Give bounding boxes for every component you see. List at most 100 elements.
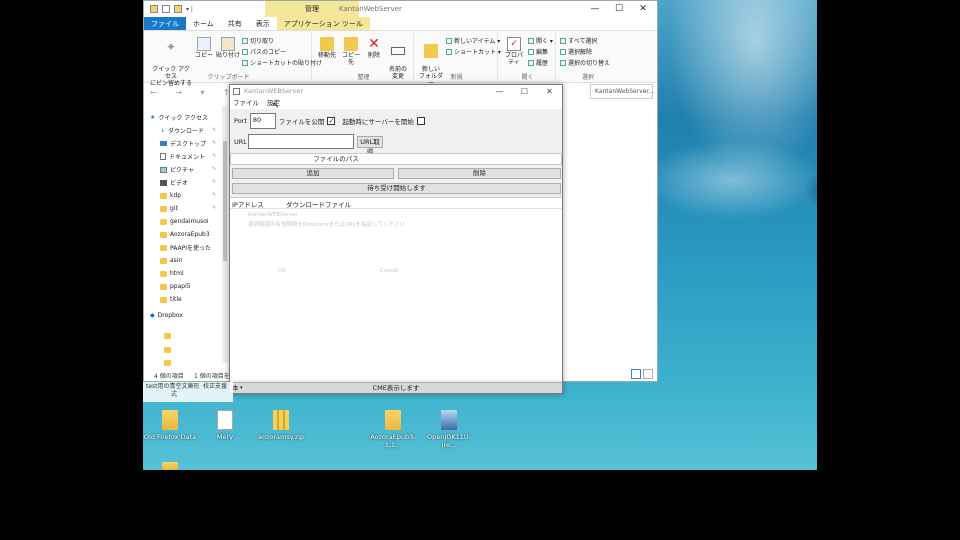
nav-item-folder[interactable]: PAAPIを使った bbox=[160, 242, 211, 253]
navigation-arrows[interactable]: ← → ▾ ↑ bbox=[144, 88, 238, 97]
tab-application-tools[interactable]: アプリケーション ツール bbox=[276, 17, 370, 30]
menu-file[interactable]: ファイル bbox=[233, 98, 259, 109]
paste-icon bbox=[221, 37, 235, 51]
add-button[interactable]: 追加 bbox=[232, 168, 394, 179]
filepath-column-header[interactable]: ファイルのパス bbox=[230, 153, 562, 165]
desktop-icon-partial[interactable] bbox=[143, 462, 197, 470]
folder-icon[interactable] bbox=[164, 333, 171, 339]
new-folder-icon bbox=[424, 44, 438, 58]
ribbon-group-clipboard: ✦ クイック アクセス にピン留めする コピー 貼り付け 切り取り パスのコピー… bbox=[146, 33, 322, 87]
close-button[interactable]: ✕ bbox=[631, 1, 655, 17]
ribbon-group-label: 新規 bbox=[450, 74, 463, 81]
easy-access-button[interactable]: ショートカット ▾ bbox=[446, 47, 501, 56]
nav-item-desktop[interactable]: デスクトップ bbox=[160, 138, 206, 149]
large-icons-view-icon[interactable] bbox=[643, 369, 653, 379]
desktop-icon-mery[interactable]: Mery bbox=[198, 410, 252, 441]
access-log-list[interactable]: IPアドレス ダウンロードファイル KantanWEBServer 選択範囲の有… bbox=[230, 197, 562, 380]
nav-item-folder[interactable]: AozoraEpub3 bbox=[160, 229, 210, 240]
desktop-icon-folder[interactable]: Old Firefox Data bbox=[143, 410, 197, 441]
nav-item-folder[interactable]: kdp bbox=[160, 190, 181, 201]
new-folder-icon[interactable] bbox=[174, 5, 182, 13]
copy-to-button[interactable]: コピー先 bbox=[340, 37, 362, 66]
history-button[interactable]: 履歴 bbox=[528, 58, 548, 67]
nav-item-folder[interactable]: html bbox=[160, 268, 184, 279]
minimize-button[interactable]: — bbox=[487, 85, 512, 98]
paste-button[interactable]: 貼り付け bbox=[216, 37, 240, 59]
folder-icon[interactable] bbox=[150, 5, 158, 13]
delete-button[interactable]: 削除 bbox=[398, 168, 561, 179]
desktop-icon-openjdk[interactable]: OpenJDK11U-jre... bbox=[422, 410, 476, 449]
edit-button[interactable]: 編集 bbox=[528, 47, 548, 56]
strip-text-3: 校正支援 bbox=[203, 383, 228, 390]
ribbon: ✦ クイック アクセス にピン留めする コピー 貼り付け 切り取り パスのコピー… bbox=[144, 31, 657, 87]
invert-selection-button[interactable]: 選択の切り替え bbox=[560, 58, 610, 67]
tab-share[interactable]: 共有 bbox=[221, 17, 249, 30]
folder-icon[interactable] bbox=[164, 360, 171, 366]
nav-item-folder[interactable]: ppapi5 bbox=[160, 281, 191, 292]
paste-shortcut-button[interactable]: ショートカットの貼り付け bbox=[242, 58, 322, 67]
copy-path-button[interactable]: パスのコピー bbox=[242, 47, 286, 56]
properties-button[interactable]: ✓ プロパティ bbox=[502, 37, 526, 66]
minimize-button[interactable]: — bbox=[583, 1, 607, 17]
new-item-button[interactable]: 新しいアイテム ▾ bbox=[446, 36, 500, 45]
url-input[interactable] bbox=[248, 134, 354, 149]
kantan-menubar: ファイル 設定 ↖ bbox=[230, 98, 562, 111]
get-url-button[interactable]: URL取得 bbox=[357, 136, 383, 156]
video-icon bbox=[160, 179, 167, 186]
autostart-checkbox[interactable] bbox=[416, 117, 425, 125]
copy-icon bbox=[197, 37, 211, 51]
desktop-icon-aozora[interactable]: AozoraEpub3-1.1... bbox=[366, 410, 420, 449]
desktop-icon-zip[interactable]: aozoramsy.zip bbox=[254, 410, 308, 441]
nav-scrollbar[interactable] bbox=[222, 106, 228, 363]
scrollbar-thumb[interactable] bbox=[223, 141, 227, 261]
search-input[interactable]: KantanWebServer... bbox=[590, 84, 654, 99]
status-message: CME表示します bbox=[372, 384, 420, 392]
nav-item-dropbox[interactable]: ◆ Dropbox bbox=[150, 310, 183, 321]
nav-item-downloads[interactable]: ↓ ダウンロード bbox=[160, 125, 204, 136]
select-none-icon bbox=[560, 48, 566, 55]
open-button[interactable]: 開く ▾ bbox=[528, 36, 553, 45]
maximize-button[interactable]: ☐ bbox=[512, 85, 537, 98]
tab-view[interactable]: 表示 bbox=[249, 17, 277, 30]
ip-column-header[interactable]: IPアドレス bbox=[232, 199, 264, 209]
star-icon: ★ bbox=[150, 114, 156, 121]
nav-item-videos[interactable]: ビデオ bbox=[160, 177, 188, 188]
publish-checkbox[interactable]: ✓ bbox=[327, 117, 336, 125]
close-button[interactable]: ✕ bbox=[537, 85, 562, 98]
ribbon-group-new: 新しい フォルダー 新しいアイテム ▾ ショートカット ▾ 新規 bbox=[416, 33, 501, 87]
nav-item-documents[interactable]: ドキュメント bbox=[160, 151, 205, 162]
kantan-titlebar: KantanWEBServer — ☐ ✕ bbox=[230, 85, 562, 98]
cut-button[interactable]: 切り取り bbox=[242, 36, 274, 45]
folder-icon bbox=[162, 410, 178, 430]
tab-home[interactable]: ホーム bbox=[186, 17, 221, 30]
nav-item-quick-access[interactable]: ★ クイック アクセス bbox=[150, 112, 208, 123]
folder-icon bbox=[385, 410, 401, 430]
start-listening-button[interactable]: 待ち受け開始します bbox=[232, 183, 561, 194]
select-none-button[interactable]: 選択解除 bbox=[560, 47, 592, 56]
nav-item-folder[interactable]: title bbox=[160, 294, 182, 305]
folder-icon[interactable] bbox=[164, 347, 171, 353]
autostart-label: 起動時にサーバーを開始 bbox=[342, 118, 414, 126]
nav-item-folder[interactable]: asin bbox=[160, 255, 182, 266]
select-all-button[interactable]: すべて選択 bbox=[560, 36, 597, 45]
copy-button[interactable]: コピー bbox=[194, 37, 214, 59]
paste-shortcut-icon bbox=[242, 59, 248, 66]
nav-item-folder[interactable]: gendaimusoi bbox=[160, 216, 209, 227]
maximize-button[interactable]: ☐ bbox=[607, 1, 631, 17]
port-input[interactable]: 80 bbox=[249, 113, 276, 129]
explorer-window-controls: — ☐ ✕ bbox=[583, 1, 655, 17]
installer-icon bbox=[441, 410, 457, 430]
pin-icon: ✎ bbox=[212, 205, 217, 211]
pin-icon: ✎ bbox=[212, 192, 217, 198]
document-icon bbox=[160, 153, 166, 160]
tab-file[interactable]: ファイル bbox=[144, 17, 186, 30]
details-view-icon[interactable] bbox=[631, 369, 641, 379]
nav-item-pictures[interactable]: ピクチャ bbox=[160, 164, 194, 175]
nav-item-folder[interactable]: git bbox=[160, 203, 178, 214]
qat-dropdown-icon[interactable]: ▾ | bbox=[186, 6, 193, 13]
delete-button[interactable]: ✕ 削除 bbox=[364, 37, 384, 59]
properties-icon[interactable] bbox=[162, 5, 170, 13]
mery-app-icon bbox=[217, 410, 233, 430]
download-column-header[interactable]: ダウンロードファイル bbox=[286, 199, 351, 209]
move-to-button[interactable]: 移動先 bbox=[316, 37, 338, 59]
